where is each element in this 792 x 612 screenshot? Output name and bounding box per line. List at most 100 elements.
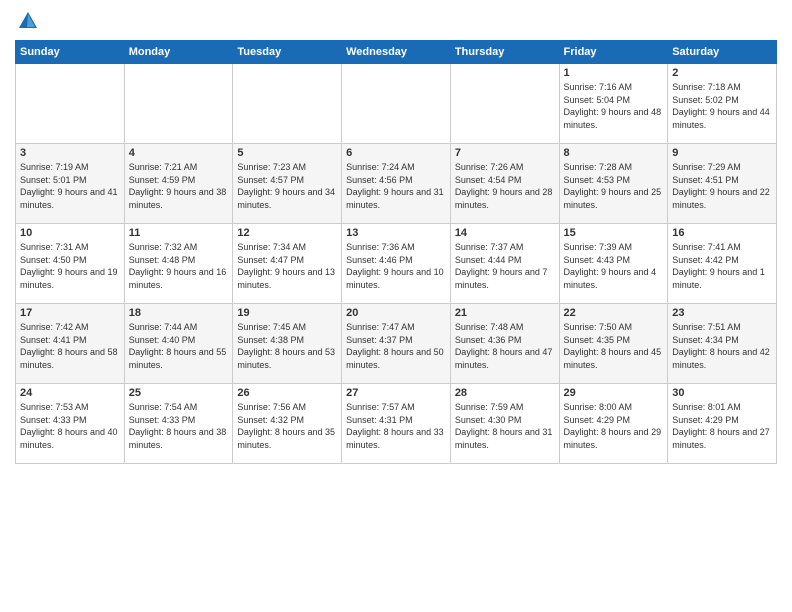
logo [15, 10, 39, 32]
day-number: 18 [129, 307, 229, 319]
calendar-cell: 30 Sunrise: 8:01 AM Sunset: 4:29 PM Dayli… [668, 384, 777, 464]
calendar-cell: 17 Sunrise: 7:42 AM Sunset: 4:41 PM Dayli… [16, 304, 125, 384]
weekday-header: Wednesday [342, 41, 451, 64]
weekday-header: Tuesday [233, 41, 342, 64]
calendar-cell: 3 Sunrise: 7:19 AM Sunset: 5:01 PM Daylig… [16, 144, 125, 224]
day-number: 2 [672, 67, 772, 79]
calendar-cell: 20 Sunrise: 7:47 AM Sunset: 4:37 PM Dayli… [342, 304, 451, 384]
day-info: Sunrise: 7:42 AM Sunset: 4:41 PM Dayligh… [20, 321, 120, 371]
calendar-cell: 22 Sunrise: 7:50 AM Sunset: 4:35 PM Dayli… [559, 304, 668, 384]
calendar-week-row: 17 Sunrise: 7:42 AM Sunset: 4:41 PM Dayli… [16, 304, 777, 384]
day-info: Sunrise: 7:29 AM Sunset: 4:51 PM Dayligh… [672, 161, 772, 211]
calendar-cell: 27 Sunrise: 7:57 AM Sunset: 4:31 PM Dayli… [342, 384, 451, 464]
calendar-cell [124, 64, 233, 144]
day-number: 19 [237, 307, 337, 319]
calendar-cell: 11 Sunrise: 7:32 AM Sunset: 4:48 PM Dayli… [124, 224, 233, 304]
day-info: Sunrise: 7:48 AM Sunset: 4:36 PM Dayligh… [455, 321, 555, 371]
day-info: Sunrise: 8:01 AM Sunset: 4:29 PM Dayligh… [672, 401, 772, 451]
day-info: Sunrise: 8:00 AM Sunset: 4:29 PM Dayligh… [564, 401, 664, 451]
weekday-header: Thursday [450, 41, 559, 64]
calendar-cell: 12 Sunrise: 7:34 AM Sunset: 4:47 PM Dayli… [233, 224, 342, 304]
day-info: Sunrise: 7:21 AM Sunset: 4:59 PM Dayligh… [129, 161, 229, 211]
day-number: 16 [672, 227, 772, 239]
day-number: 5 [237, 147, 337, 159]
logo-icon [17, 10, 39, 32]
calendar-cell: 28 Sunrise: 7:59 AM Sunset: 4:30 PM Dayli… [450, 384, 559, 464]
day-info: Sunrise: 7:32 AM Sunset: 4:48 PM Dayligh… [129, 241, 229, 291]
day-number: 25 [129, 387, 229, 399]
day-number: 27 [346, 387, 446, 399]
calendar-cell [16, 64, 125, 144]
calendar-cell [233, 64, 342, 144]
calendar-cell: 13 Sunrise: 7:36 AM Sunset: 4:46 PM Dayli… [342, 224, 451, 304]
calendar-week-row: 3 Sunrise: 7:19 AM Sunset: 5:01 PM Daylig… [16, 144, 777, 224]
day-info: Sunrise: 7:18 AM Sunset: 5:02 PM Dayligh… [672, 81, 772, 131]
day-info: Sunrise: 7:37 AM Sunset: 4:44 PM Dayligh… [455, 241, 555, 291]
calendar-header-row: SundayMondayTuesdayWednesdayThursdayFrid… [16, 41, 777, 64]
day-info: Sunrise: 7:44 AM Sunset: 4:40 PM Dayligh… [129, 321, 229, 371]
page-container: SundayMondayTuesdayWednesdayThursdayFrid… [0, 0, 792, 612]
day-info: Sunrise: 7:57 AM Sunset: 4:31 PM Dayligh… [346, 401, 446, 451]
day-info: Sunrise: 7:24 AM Sunset: 4:56 PM Dayligh… [346, 161, 446, 211]
day-info: Sunrise: 7:16 AM Sunset: 5:04 PM Dayligh… [564, 81, 664, 131]
day-number: 17 [20, 307, 120, 319]
calendar-cell: 4 Sunrise: 7:21 AM Sunset: 4:59 PM Daylig… [124, 144, 233, 224]
day-number: 15 [564, 227, 664, 239]
day-info: Sunrise: 7:28 AM Sunset: 4:53 PM Dayligh… [564, 161, 664, 211]
calendar-week-row: 24Sunrise: 7:53 AM Sunset: 4:33 PM Dayli… [16, 384, 777, 464]
calendar-cell [450, 64, 559, 144]
day-number: 11 [129, 227, 229, 239]
day-info: Sunrise: 7:36 AM Sunset: 4:46 PM Dayligh… [346, 241, 446, 291]
day-number: 4 [129, 147, 229, 159]
day-info: Sunrise: 7:51 AM Sunset: 4:34 PM Dayligh… [672, 321, 772, 371]
day-info: Sunrise: 7:39 AM Sunset: 4:43 PM Dayligh… [564, 241, 664, 291]
calendar-table: SundayMondayTuesdayWednesdayThursdayFrid… [15, 40, 777, 464]
day-number: 30 [672, 387, 772, 399]
day-info: Sunrise: 7:34 AM Sunset: 4:47 PM Dayligh… [237, 241, 337, 291]
calendar-cell [342, 64, 451, 144]
day-number: 13 [346, 227, 446, 239]
calendar-cell: 25 Sunrise: 7:54 AM Sunset: 4:33 PM Dayli… [124, 384, 233, 464]
day-number: 8 [564, 147, 664, 159]
day-info: Sunrise: 7:59 AM Sunset: 4:30 PM Dayligh… [455, 401, 555, 451]
weekday-header: Friday [559, 41, 668, 64]
day-info: Sunrise: 7:45 AM Sunset: 4:38 PM Dayligh… [237, 321, 337, 371]
day-number: 26 [237, 387, 337, 399]
day-info: Sunrise: 7:50 AM Sunset: 4:35 PM Dayligh… [564, 321, 664, 371]
calendar-cell: 14 Sunrise: 7:37 AM Sunset: 4:44 PM Dayli… [450, 224, 559, 304]
day-info: Sunrise: 7:19 AM Sunset: 5:01 PM Dayligh… [20, 161, 120, 211]
day-number: 9 [672, 147, 772, 159]
calendar-cell: 24Sunrise: 7:53 AM Sunset: 4:33 PM Dayli… [16, 384, 125, 464]
calendar-week-row: 10Sunrise: 7:31 AM Sunset: 4:50 PM Dayli… [16, 224, 777, 304]
day-number: 22 [564, 307, 664, 319]
calendar-cell: 7Sunrise: 7:26 AM Sunset: 4:54 PM Daylig… [450, 144, 559, 224]
day-number: 6 [346, 147, 446, 159]
day-info: Sunrise: 7:56 AM Sunset: 4:32 PM Dayligh… [237, 401, 337, 451]
calendar-cell: 10Sunrise: 7:31 AM Sunset: 4:50 PM Dayli… [16, 224, 125, 304]
day-number: 23 [672, 307, 772, 319]
day-number: 29 [564, 387, 664, 399]
calendar-cell: 6 Sunrise: 7:24 AM Sunset: 4:56 PM Daylig… [342, 144, 451, 224]
calendar-cell: 18 Sunrise: 7:44 AM Sunset: 4:40 PM Dayli… [124, 304, 233, 384]
day-number: 3 [20, 147, 120, 159]
calendar-week-row: 1Sunrise: 7:16 AM Sunset: 5:04 PM Daylig… [16, 64, 777, 144]
calendar-cell: 2 Sunrise: 7:18 AM Sunset: 5:02 PM Daylig… [668, 64, 777, 144]
day-number: 14 [455, 227, 555, 239]
calendar-cell: 8 Sunrise: 7:28 AM Sunset: 4:53 PM Daylig… [559, 144, 668, 224]
day-number: 12 [237, 227, 337, 239]
weekday-header: Sunday [16, 41, 125, 64]
day-info: Sunrise: 7:54 AM Sunset: 4:33 PM Dayligh… [129, 401, 229, 451]
day-info: Sunrise: 7:23 AM Sunset: 4:57 PM Dayligh… [237, 161, 337, 211]
calendar-cell: 29 Sunrise: 8:00 AM Sunset: 4:29 PM Dayli… [559, 384, 668, 464]
calendar-cell: 16Sunrise: 7:41 AM Sunset: 4:42 PM Dayli… [668, 224, 777, 304]
day-number: 21 [455, 307, 555, 319]
day-number: 28 [455, 387, 555, 399]
day-number: 10 [20, 227, 120, 239]
calendar-cell: 15 Sunrise: 7:39 AM Sunset: 4:43 PM Dayli… [559, 224, 668, 304]
day-number: 20 [346, 307, 446, 319]
calendar-cell: 1Sunrise: 7:16 AM Sunset: 5:04 PM Daylig… [559, 64, 668, 144]
day-info: Sunrise: 7:47 AM Sunset: 4:37 PM Dayligh… [346, 321, 446, 371]
calendar-cell: 21 Sunrise: 7:48 AM Sunset: 4:36 PM Dayli… [450, 304, 559, 384]
day-info: Sunrise: 7:26 AM Sunset: 4:54 PM Dayligh… [455, 161, 555, 211]
calendar-cell: 23 Sunrise: 7:51 AM Sunset: 4:34 PM Dayli… [668, 304, 777, 384]
